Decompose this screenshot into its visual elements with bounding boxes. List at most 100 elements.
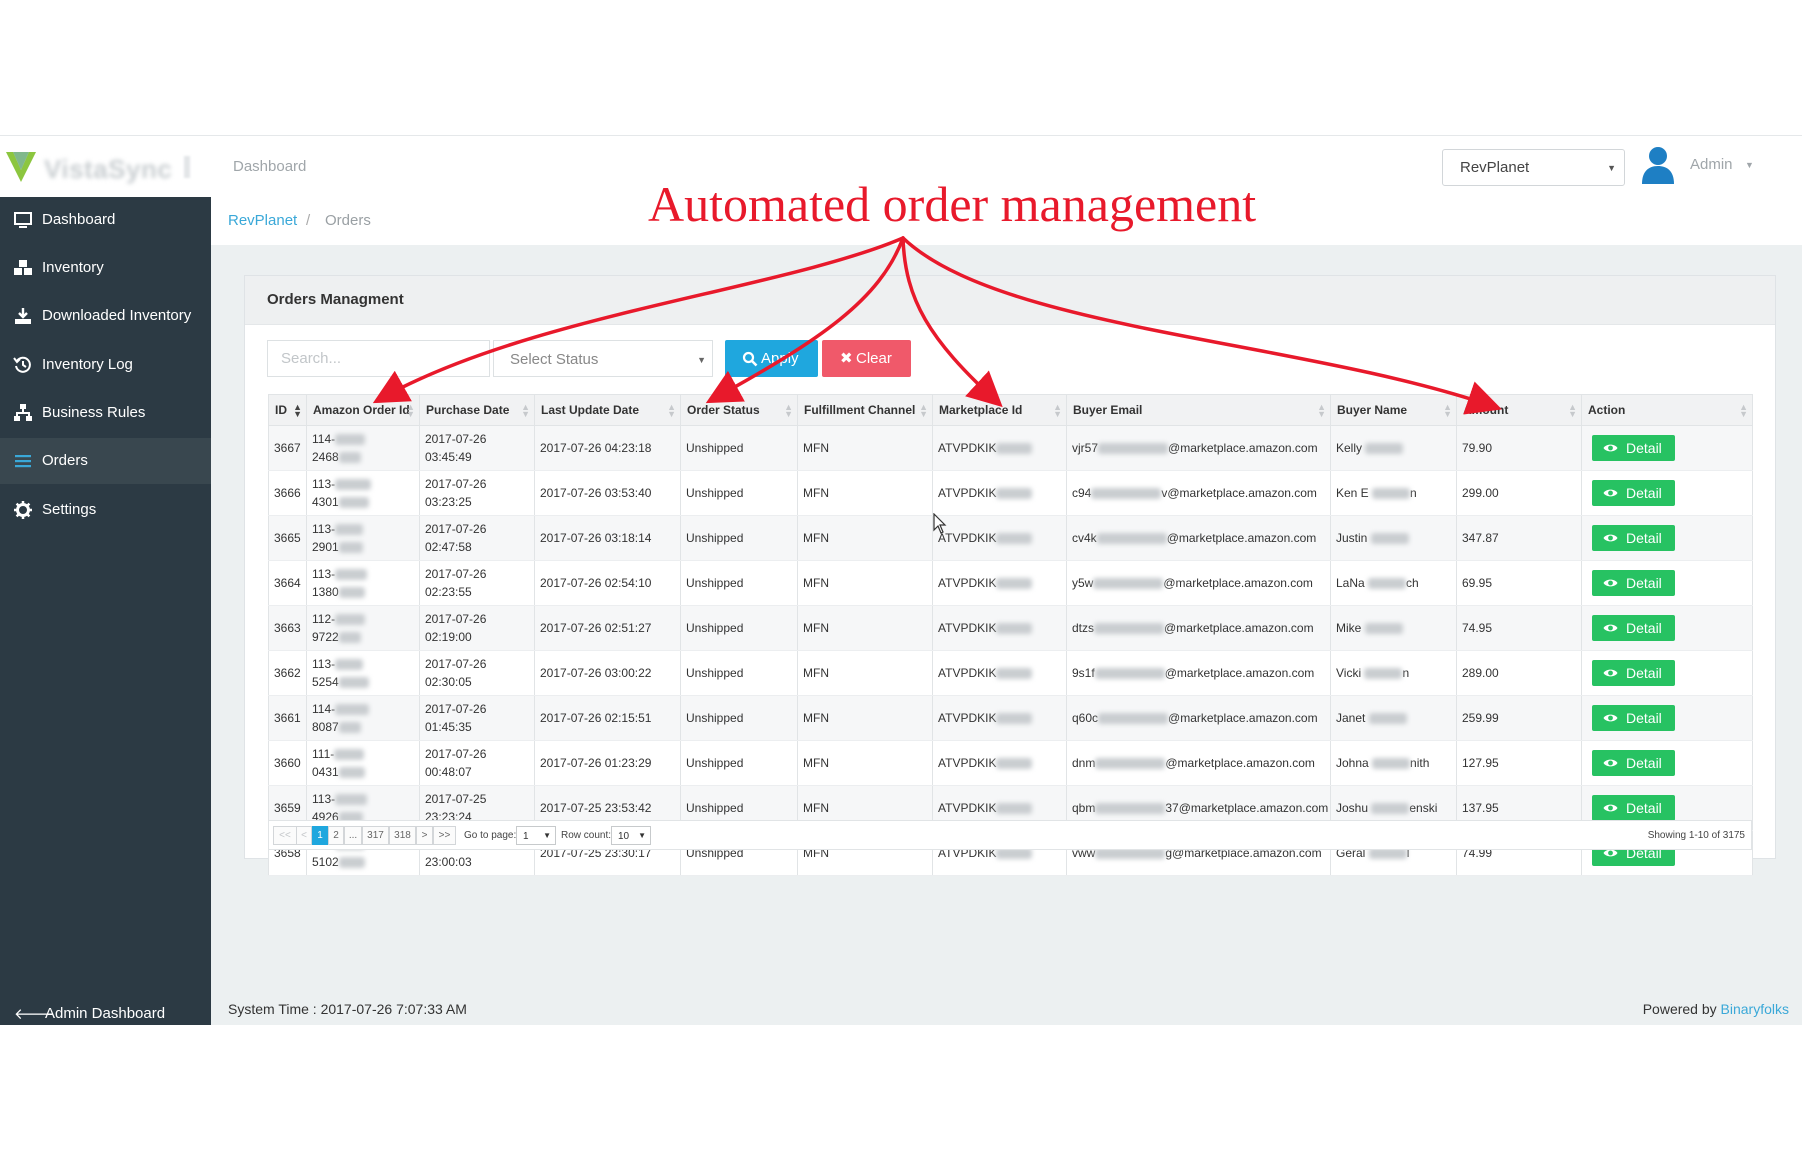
page-button-1[interactable]: 1 [312,826,328,845]
cell-amount: 79.90 [1456,425,1582,471]
search-input[interactable] [267,340,490,377]
page-button-317[interactable]: 317 [362,826,389,845]
redacted-text [338,767,365,779]
order-id-second-line: 1380 [312,585,339,599]
footer: System Time : 2017-07-26 7:07:33 AM Powe… [211,985,1802,1025]
clear-button-label: Clear [856,350,892,367]
cell-id: 3661 [268,695,307,741]
column-header-last-update-date[interactable]: Last Update Date ▲ ▼ [534,394,681,426]
cell-marketplace-id: ATVPDKIK [932,560,1067,606]
column-header-buyer-name[interactable]: Buyer Name ▲ ▼ [1330,394,1457,426]
order-id-prefix: 112- [312,612,336,626]
page-button-318[interactable]: 318 [389,826,416,845]
column-header-amount[interactable]: Amount ▲ ▼ [1456,394,1582,426]
vistasync-logo[interactable]: VistaSync [0,142,190,192]
redacted-text [1098,713,1169,725]
column-header-action[interactable]: Action ▲ ▼ [1581,394,1753,426]
cell-order-status: Unshipped [680,695,798,741]
purchase-date: 2017-07-26 [425,522,487,536]
column-header-purchase-date[interactable]: Purchase Date ▲ ▼ [419,394,535,426]
apply-button[interactable]: Apply [725,340,818,377]
detail-button[interactable]: Detail [1592,660,1675,686]
status-select[interactable]: Select Status ▼ [493,340,713,377]
binaryfolks-link[interactable]: Binaryfolks [1721,1001,1789,1017]
chevron-down-icon: ▼ [543,831,551,840]
detail-button[interactable]: Detail [1592,705,1675,731]
download-icon [15,308,31,324]
page-next-button[interactable]: > [416,826,433,845]
clear-button[interactable]: ✖ Clear [822,340,911,377]
column-header-marketplace-id[interactable]: Marketplace Id ▲ ▼ [932,394,1067,426]
eye-icon [1603,714,1618,722]
order-id-prefix: 113- [312,522,336,536]
page-button-2[interactable]: 2 [328,826,344,845]
detail-button[interactable]: Detail [1592,525,1675,551]
buyer-name-first: Ken E [1336,486,1369,500]
email-suffix: @marketplace.amazon.com [1166,531,1317,545]
user-avatar-icon[interactable] [1640,144,1676,186]
admin-dashboard-link[interactable]: 🡐 Admin Dashboard [0,1002,211,1025]
store-select[interactable]: RevPlanet ▼ [1442,149,1625,186]
redacted-text [1368,713,1407,725]
detail-button[interactable]: Detail [1592,435,1675,461]
purchase-date: 2017-07-26 [425,612,487,626]
redacted-text [996,803,1033,815]
column-header-id[interactable]: ID ▲ ▼ [268,394,307,426]
sidebar-item-label: Dashboard [42,211,116,228]
order-id-prefix: 114- [312,432,336,446]
cell-marketplace-id: ATVPDKIK [932,470,1067,516]
detail-button[interactable]: Detail [1592,795,1675,821]
email-prefix: cv4k [1072,531,1097,545]
detail-button[interactable]: Detail [1592,615,1675,641]
sidebar-item-business-rules[interactable]: Business Rules [0,390,211,436]
purchase-time: 02:30:05 [425,675,472,689]
cell-fulfillment-channel: MFN [797,425,933,471]
app-window: VistaSync Dashboard RevPlanet ▼ Admin ▼ … [0,135,1802,1025]
eye-icon [1603,534,1618,542]
email-prefix: dnm [1072,756,1096,770]
sidebar-toggle[interactable] [184,156,190,178]
column-header-order-status[interactable]: Order Status ▲ ▼ [680,394,798,426]
redacted-text [335,434,366,446]
column-header-fulfillment-channel[interactable]: Fulfillment Channel ▲ ▼ [797,394,933,426]
row-count-select[interactable]: 10 ▼ [611,826,651,845]
redacted-text [996,533,1033,545]
sidebar-item-inventory-log[interactable]: Inventory Log [0,342,211,388]
buyer-name-last: n [1402,666,1410,680]
cell-fulfillment-channel: MFN [797,470,933,516]
detail-button[interactable]: Detail [1592,750,1675,776]
cell-buyer-email: dtzs @marketplace.amazon.com [1066,605,1331,651]
detail-button-label: Detail [1626,485,1662,501]
page-last-button[interactable]: >> [433,826,456,845]
redacted-text [338,452,361,464]
sidebar-item-downloaded-inventory[interactable]: Downloaded Inventory [0,293,211,339]
detail-button[interactable]: Detail [1592,570,1675,596]
goto-page-select[interactable]: 1 ▼ [516,826,556,845]
sort-desc-icon: ▲ ▼ [293,402,302,419]
cell-action: Detail [1581,650,1753,696]
purchase-time: 02:23:55 [425,585,472,599]
table-row: 3662 113- 5254 2017-07-26 02:30:05 2017-07-26… [268,650,1753,696]
sidebar-item-inventory[interactable]: Inventory [0,245,211,291]
logo-wordmark: VistaSync [44,154,173,184]
marketplace-id: ATVPDKIK [938,711,997,725]
page-first-button[interactable]: << [273,826,297,845]
chevron-down-icon: ▼ [1607,163,1616,173]
cell-amazon-order-id: 113- 1380 [306,560,420,606]
chevron-down-icon[interactable]: ▼ [1745,160,1754,170]
page-prev-button[interactable]: < [296,826,312,845]
sidebar-item-settings[interactable]: Settings [0,487,211,533]
detail-button[interactable]: Detail [1592,480,1675,506]
sidebar-item-orders[interactable]: Orders [0,438,211,484]
email-prefix: q60c [1072,711,1099,725]
purchase-date: 2017-07-26 [425,747,487,761]
user-menu-label[interactable]: Admin [1690,156,1733,173]
sidebar-item-dashboard[interactable]: Dashboard [0,197,211,243]
column-header-buyer-email[interactable]: Buyer Email ▲ ▼ [1066,394,1331,426]
sort-icon: ▲ ▼ [784,402,793,419]
breadcrumb-root-link[interactable]: RevPlanet [228,212,297,229]
redacted-text [996,623,1033,635]
column-header-amazon-order-id[interactable]: Amazon Order Id ▲ ▼ [306,394,420,426]
purchase-date: 2017-07-26 [425,567,487,581]
cell-id: 3664 [268,560,307,606]
